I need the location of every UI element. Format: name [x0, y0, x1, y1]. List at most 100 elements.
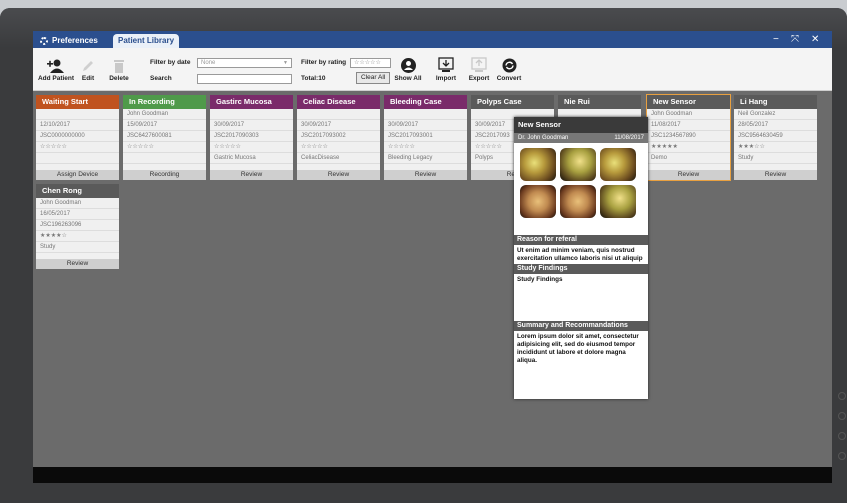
card-action-button[interactable]: Review: [210, 170, 293, 180]
minimize-button[interactable]: −: [773, 34, 779, 45]
search-input[interactable]: [197, 74, 292, 84]
add-patient-button[interactable]: Add Patient: [37, 57, 75, 82]
patient-card[interactable]: Bleeding Case 30/09/2017 JSC2017093001 ☆☆☆☆…: [384, 95, 467, 180]
patient-card[interactable]: Waiting Start 12/10/2017 JSC0000000000 ☆☆☆☆…: [36, 95, 119, 180]
edit-button[interactable]: Edit: [79, 57, 97, 82]
card-field: Study: [36, 242, 119, 253]
card-field: JSC1234567890: [647, 131, 730, 142]
monitor-button: [838, 392, 846, 400]
import-label: Import: [435, 75, 457, 82]
card-field: JSC2017093002: [297, 131, 380, 142]
patient-card[interactable]: Gastirc Mucosa 30/09/2017 JSC2017090303 ☆☆☆…: [210, 95, 293, 180]
title-bar: Preferences Patient Library − ⤧ ✕: [33, 31, 832, 48]
endoscopy-thumbnail[interactable]: [600, 185, 636, 218]
card-action-button[interactable]: Review: [647, 170, 730, 180]
convert-button[interactable]: Convert: [495, 57, 523, 82]
endoscopy-thumbnail[interactable]: [520, 185, 556, 218]
card-action-button[interactable]: Assign Device: [36, 170, 119, 180]
app-screen: Preferences Patient Library − ⤧ ✕ Add Pa…: [33, 31, 832, 483]
card-field: Demo: [647, 153, 730, 164]
filter-by-date-label: Filter by date: [150, 59, 191, 66]
summary-text: Lorem ipsum dolor sit amet, consectetur …: [517, 333, 639, 364]
card-title: In Recording: [123, 95, 206, 109]
popup-doctor-row: Dr. John Goodman 11/08/2017: [514, 133, 648, 143]
patient-card[interactable]: Chen Rong John Goodman 16/05/2017 JSC196263…: [36, 184, 119, 269]
card-field: Neil Gonzalez: [734, 109, 817, 120]
import-button[interactable]: Import: [432, 57, 460, 82]
card-field: 30/09/2017: [210, 120, 293, 131]
taskbar: [33, 467, 832, 483]
export-icon: [471, 57, 487, 72]
rating-filter[interactable]: ☆☆☆☆☆: [350, 58, 391, 68]
delete-label: Delete: [109, 75, 129, 82]
card-title: Bleeding Case: [384, 95, 467, 109]
search-label: Search: [150, 75, 172, 82]
card-field: ☆☆☆☆☆: [384, 142, 467, 153]
card-action-button[interactable]: Recording: [123, 170, 206, 180]
convert-label: Convert: [496, 75, 522, 82]
endoscopy-thumbnail[interactable]: [560, 148, 596, 181]
tab-preferences[interactable]: Preferences: [35, 34, 103, 48]
show-all-button[interactable]: Show All: [394, 57, 422, 82]
edit-label: Edit: [81, 75, 95, 82]
card-action-button[interactable]: Review: [36, 259, 119, 269]
card-field: Bleeding Legacy: [384, 153, 467, 164]
filter-by-date-select[interactable]: None ▼: [197, 58, 292, 68]
card-field: [210, 109, 293, 120]
card-field: JSC0000000000: [36, 131, 119, 142]
trash-icon: [114, 60, 124, 73]
card-field: JSC2017093001: [384, 131, 467, 142]
card-field: [384, 109, 467, 120]
card-field: 12/10/2017: [36, 120, 119, 131]
clear-all-button[interactable]: Clear All: [356, 72, 391, 84]
toolbar: Add Patient Edit Delete Filter by date N…: [33, 48, 832, 91]
card-title: Gastirc Mucosa: [210, 95, 293, 109]
patient-card[interactable]: In Recording John Goodman 15/09/2017 JSC642…: [123, 95, 206, 180]
patient-detail-popup: New Sensor Dr. John Goodman 11/08/2017 Re…: [514, 117, 648, 399]
pencil-icon: [83, 61, 93, 71]
card-field: ★★★★★: [647, 142, 730, 153]
chevron-down-icon: ▼: [283, 60, 288, 66]
card-field: John Goodman: [647, 109, 730, 120]
doctor-name: Dr. John Goodman: [518, 135, 569, 141]
card-field: 15/09/2017: [123, 120, 206, 131]
patient-card[interactable]: New Sensor John Goodman 11/08/2017 JSC12345…: [646, 94, 731, 181]
monitor-button: [838, 452, 846, 460]
card-action-button[interactable]: Review: [297, 170, 380, 180]
gear-icon: [40, 36, 48, 45]
patient-card[interactable]: Li Hang Neil Gonzalez 28/05/2017 JSC9564630…: [734, 95, 817, 180]
export-button[interactable]: Export: [466, 57, 492, 82]
card-title: Chen Rong: [36, 184, 119, 198]
card-title: Li Hang: [734, 95, 817, 109]
endoscopy-thumbnail[interactable]: [600, 148, 636, 181]
findings-header: Study Findings: [514, 264, 648, 274]
card-field: JSC196263096: [36, 220, 119, 231]
tab-label: Patient Library: [118, 36, 175, 45]
card-field: [297, 109, 380, 120]
card-field: 30/09/2017: [297, 120, 380, 131]
reason-header: Reason for referal: [514, 235, 648, 245]
study-date: 11/08/2017: [614, 135, 644, 141]
card-action-button[interactable]: Review: [384, 170, 467, 180]
monitor-button: [838, 412, 846, 420]
monitor-button: [838, 432, 846, 440]
card-action-button[interactable]: Review: [734, 170, 817, 180]
patient-card[interactable]: Nie Rui: [558, 95, 641, 164]
tab-patient-library[interactable]: Patient Library: [113, 34, 180, 48]
show-all-label: Show All: [394, 75, 422, 82]
card-field: ★★★★☆: [36, 231, 119, 242]
restore-button[interactable]: ⤧: [791, 34, 799, 45]
card-title: Waiting Start: [36, 95, 119, 109]
endoscopy-thumbnail[interactable]: [560, 185, 596, 218]
delete-button[interactable]: Delete: [107, 57, 131, 82]
card-field: John Goodman: [36, 198, 119, 209]
card-field: Study: [734, 153, 817, 164]
patient-card[interactable]: Celiac Disease 30/09/2017 JSC2017093002 ☆☆☆…: [297, 95, 380, 180]
endoscopy-thumbnail[interactable]: [520, 148, 556, 181]
card-title: Polyps Case: [471, 95, 554, 109]
card-field: ★★★☆☆: [734, 142, 817, 153]
card-field: [36, 153, 119, 164]
add-user-icon: [47, 59, 64, 73]
thumbnail-grid: [514, 143, 648, 223]
close-button[interactable]: ✕: [811, 34, 819, 45]
